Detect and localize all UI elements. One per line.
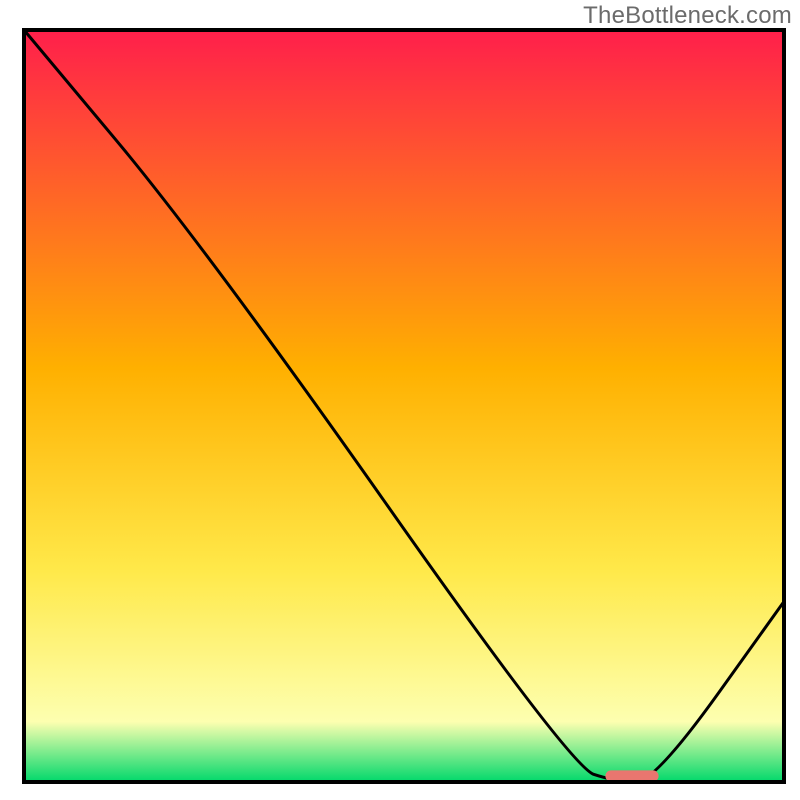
plot-background [24, 30, 784, 782]
bottleneck-chart [0, 0, 800, 800]
chart-container: { "watermark": "TheBottleneck.com", "col… [0, 0, 800, 800]
optimum-marker [605, 770, 658, 781]
